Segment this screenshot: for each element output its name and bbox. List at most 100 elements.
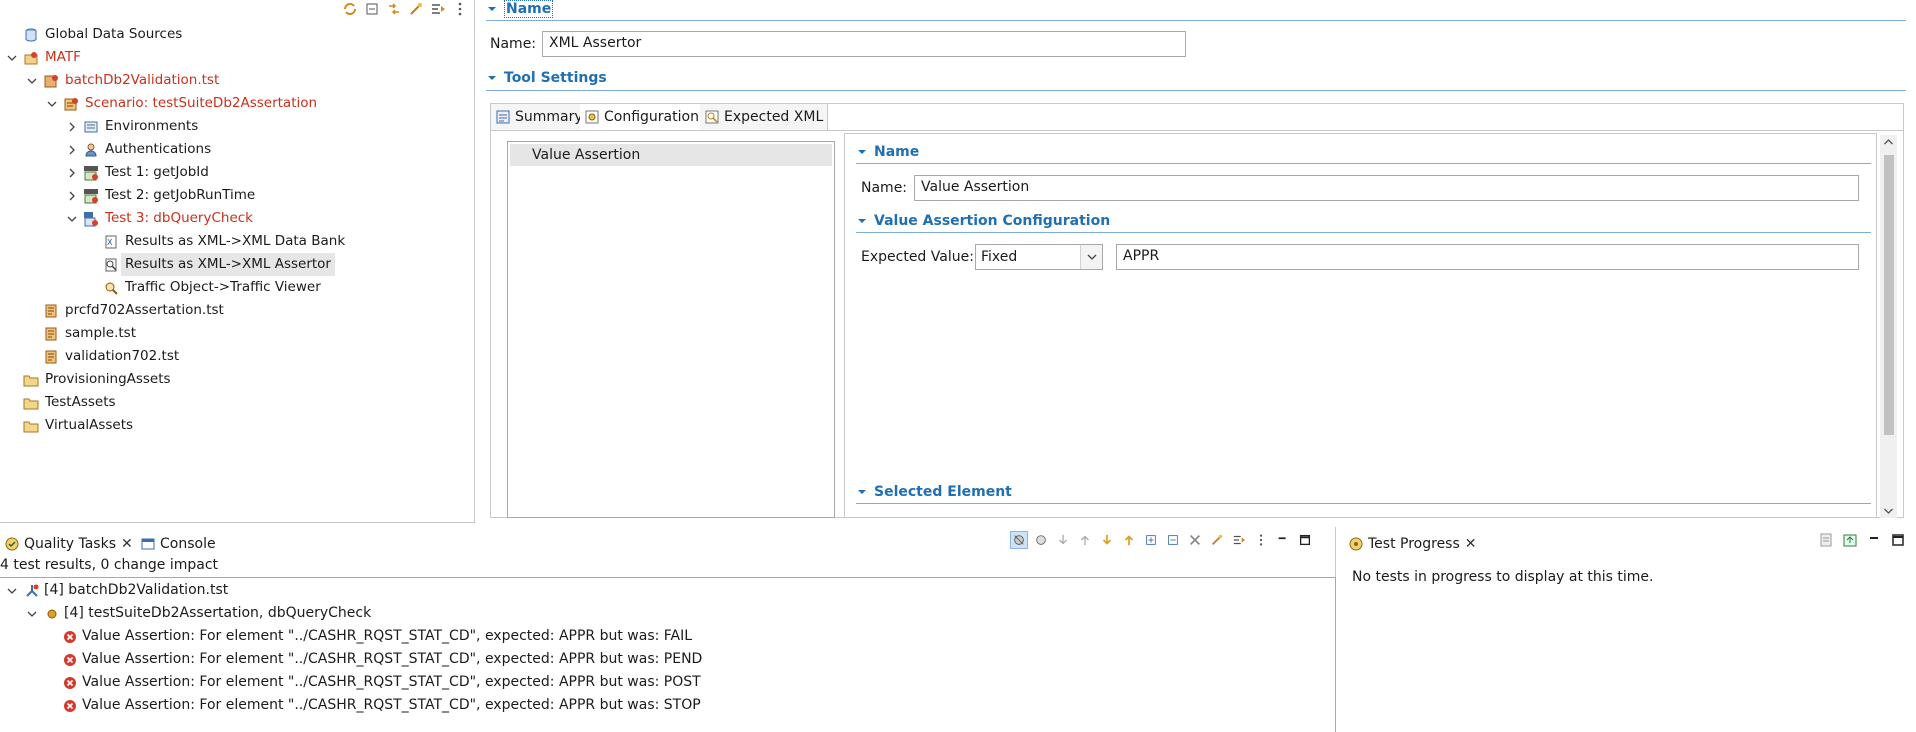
show-all-icon[interactable] xyxy=(1010,531,1028,549)
minimize-icon[interactable] xyxy=(1274,531,1292,549)
divider xyxy=(856,232,1871,233)
tree-item-test-2[interactable]: Test 2: getJobRunTime xyxy=(64,184,255,207)
error-icon xyxy=(62,652,78,668)
chevron-down-icon[interactable] xyxy=(24,609,40,619)
name-section-header[interactable]: Name xyxy=(486,0,554,18)
collapse-triangle-icon xyxy=(858,490,866,494)
xml-databank-icon: X xyxy=(103,234,119,250)
tab-configuration[interactable]: Configuration xyxy=(580,104,704,130)
tree-item-traffic-viewer[interactable]: Traffic Object->Traffic Viewer xyxy=(84,276,321,299)
tree-item-test-assets[interactable]: TestAssets xyxy=(4,391,116,414)
run-filter-icon[interactable] xyxy=(1230,531,1248,549)
chevron-down-icon[interactable] xyxy=(4,50,20,66)
collapse-all-icon[interactable] xyxy=(364,1,380,17)
maximize-icon[interactable] xyxy=(1890,532,1906,548)
tree-item-test-3[interactable]: Test 3: dbQueryCheck xyxy=(64,207,253,230)
error-row[interactable]: Value Assertion: For element "../CASHR_R… xyxy=(62,625,692,648)
chevron-down-icon[interactable] xyxy=(24,73,40,89)
chevron-down-icon[interactable] xyxy=(64,211,80,227)
chevron-right-icon[interactable] xyxy=(64,119,80,135)
traffic-viewer-icon xyxy=(103,280,119,296)
chevron-right-icon[interactable] xyxy=(64,188,80,204)
link-editor-icon[interactable] xyxy=(386,1,402,17)
run-filter-icon[interactable] xyxy=(430,1,446,17)
tree-item-matf[interactable]: MATF xyxy=(4,46,81,69)
tree-item-xml-assertor[interactable]: Results as XML->XML Assertor xyxy=(84,253,335,276)
collapse-all-icon[interactable] xyxy=(1164,531,1182,549)
authentications-icon xyxy=(83,142,99,158)
tree-item-prcfd702[interactable]: prcfd702Assertation.tst xyxy=(24,299,224,322)
collapse-triangle-icon xyxy=(488,76,496,80)
name-label: Name: xyxy=(490,36,537,52)
tab-summary[interactable]: Summary xyxy=(491,104,588,130)
tree-item-global-data-sources[interactable]: Global Data Sources xyxy=(4,23,182,46)
chevron-right-icon[interactable] xyxy=(64,165,80,181)
remove-icon[interactable] xyxy=(1186,531,1204,549)
name-field[interactable]: XML Assertor xyxy=(542,31,1186,57)
result-suite-row[interactable]: [4] batchDb2Validation.tst xyxy=(4,579,228,602)
test-progress-icon xyxy=(1348,536,1364,552)
scrollbar-thumb[interactable] xyxy=(1884,155,1894,435)
chevron-down-icon[interactable] xyxy=(44,96,60,112)
value-config-section-header[interactable]: Value Assertion Configuration xyxy=(856,213,1110,229)
error-row[interactable]: Value Assertion: For element "../CASHR_R… xyxy=(62,671,701,694)
expected-value-mode-select[interactable]: Fixed xyxy=(975,244,1103,270)
chevron-right-icon[interactable] xyxy=(64,142,80,158)
db-test-icon xyxy=(83,211,99,227)
expand-all-icon[interactable] xyxy=(1142,531,1160,549)
error-row[interactable]: Value Assertion: For element "../CASHR_R… xyxy=(62,648,702,671)
tree-item-scenario[interactable]: Scenario: testSuiteDb2Assertation xyxy=(44,92,317,115)
tree-item-provisioning-assets[interactable]: ProvisioningAssets xyxy=(4,368,171,391)
tree-item-test-1[interactable]: Test 1: getJobId xyxy=(64,161,209,184)
detail-name-section-header[interactable]: Name xyxy=(856,144,919,160)
expected-xml-icon xyxy=(704,109,720,125)
view-menu-icon[interactable] xyxy=(452,1,468,17)
close-icon[interactable]: ✕ xyxy=(121,536,133,552)
xml-assertor-icon xyxy=(103,257,119,273)
tab-test-progress[interactable]: Test Progress ✕ xyxy=(1344,530,1481,557)
suite-result-icon xyxy=(24,583,40,599)
refresh-icon[interactable] xyxy=(342,1,358,17)
minimize-icon[interactable] xyxy=(1866,532,1882,548)
tree-item-batch-test[interactable]: batchDb2Validation.tst xyxy=(24,69,219,92)
export-icon[interactable] xyxy=(1842,532,1858,548)
chevron-down-icon[interactable] xyxy=(1080,245,1102,269)
tree-toolbar xyxy=(342,0,468,18)
assertion-list[interactable]: Value Assertion xyxy=(507,141,835,518)
rest-test-icon xyxy=(83,165,99,181)
arrow-up-outline-icon[interactable] xyxy=(1076,531,1094,549)
maximize-icon[interactable] xyxy=(1296,531,1314,549)
tab-console[interactable]: Console xyxy=(136,530,220,557)
tree-item-environments[interactable]: Environments xyxy=(64,115,198,138)
chevron-down-icon[interactable] xyxy=(4,586,20,596)
wand-icon[interactable] xyxy=(408,1,424,17)
expected-value-label: Expected Value: xyxy=(861,249,974,265)
close-icon[interactable]: ✕ xyxy=(1465,536,1477,552)
divider xyxy=(856,163,1871,164)
tst-file-icon xyxy=(43,349,59,365)
tree-item-sample[interactable]: sample.tst xyxy=(24,322,136,345)
error-row[interactable]: Value Assertion: For element "../CASHR_R… xyxy=(62,694,701,717)
collapse-triangle-icon xyxy=(488,7,496,11)
result-scenario-row[interactable]: [4] testSuiteDb2Assertation, dbQueryChec… xyxy=(24,602,371,625)
assertion-name-field[interactable]: Value Assertion xyxy=(914,175,1859,201)
arrow-down-outline-icon[interactable] xyxy=(1054,531,1072,549)
selected-element-section-header[interactable]: Selected Element xyxy=(856,484,1012,500)
tab-expected-xml[interactable]: Expected XML xyxy=(700,104,829,130)
filter-icon[interactable] xyxy=(1032,531,1050,549)
tree-item-validation702[interactable]: validation702.tst xyxy=(24,345,179,368)
tab-quality-tasks[interactable]: Quality Tasks ✕ xyxy=(0,530,137,557)
previous-error-icon[interactable] xyxy=(1120,531,1138,549)
wand-icon[interactable] xyxy=(1208,531,1226,549)
tree-item-xml-data-bank[interactable]: X Results as XML->XML Data Bank xyxy=(84,230,345,253)
summary-icon xyxy=(495,109,511,125)
report-icon[interactable] xyxy=(1818,532,1834,548)
divider xyxy=(486,90,1906,91)
list-item-value-assertion[interactable]: Value Assertion xyxy=(510,144,832,166)
tool-settings-section-header[interactable]: Tool Settings xyxy=(486,70,607,86)
view-menu-icon[interactable] xyxy=(1252,531,1270,549)
tree-item-authentications[interactable]: Authentications xyxy=(64,138,211,161)
tree-item-virtual-assets[interactable]: VirtualAssets xyxy=(4,414,133,437)
next-error-icon[interactable] xyxy=(1098,531,1116,549)
expected-value-field[interactable]: APPR xyxy=(1116,244,1859,270)
